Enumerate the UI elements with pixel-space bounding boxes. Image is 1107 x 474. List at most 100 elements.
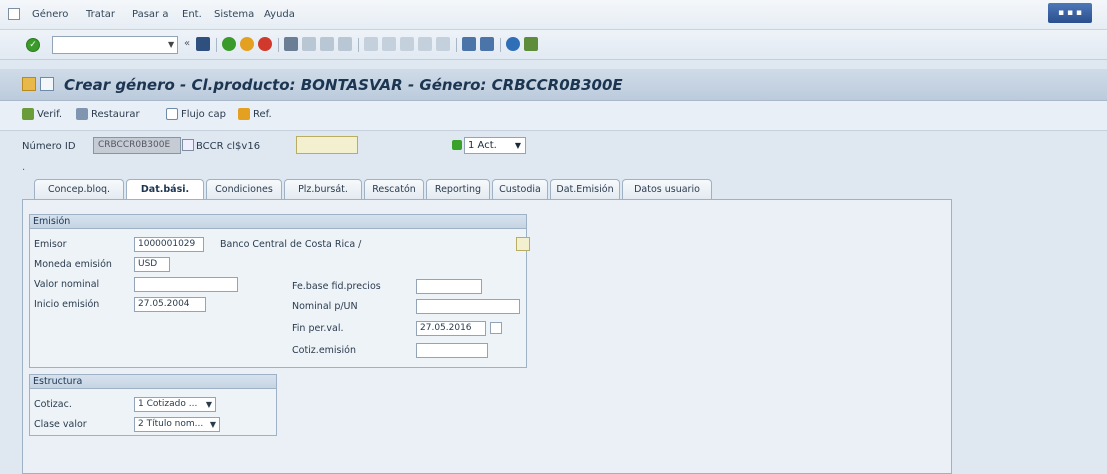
create-session-icon[interactable] bbox=[418, 37, 432, 51]
enter-check-icon[interactable]: ✓ bbox=[26, 38, 40, 52]
estructura-group-title: Estructura bbox=[30, 375, 276, 389]
transaction-icon bbox=[22, 77, 36, 91]
cotizac-value: 1 Cotizado ... bbox=[138, 399, 198, 409]
tab-dat-emision[interactable]: Dat.Emisión bbox=[550, 179, 620, 199]
clase-valor-label: Clase valor bbox=[34, 419, 87, 430]
tab-panel: Emisión Emisor 1000001029 Banco Central … bbox=[22, 199, 952, 474]
emisor-search-icon[interactable] bbox=[516, 237, 530, 251]
moneda-label: Moneda emisión bbox=[34, 259, 112, 270]
status-value: 1 Act. bbox=[468, 140, 497, 151]
id-label: Número ID bbox=[22, 141, 76, 152]
emision-group-title: Emisión bbox=[30, 215, 526, 229]
menu-ayuda[interactable]: Ayuda bbox=[264, 9, 295, 20]
restore-label: Restaurar bbox=[91, 108, 140, 120]
find-next-icon[interactable] bbox=[320, 37, 334, 51]
tab-concep-bloq[interactable]: Concep.bloq. bbox=[34, 179, 124, 199]
chevron-down-icon: ▼ bbox=[514, 141, 521, 150]
find-icon[interactable] bbox=[302, 37, 316, 51]
nominal-un-label: Nominal p/UN bbox=[292, 301, 358, 312]
fe-base-label: Fe.base fid.precios bbox=[292, 281, 381, 292]
ref-button[interactable]: Ref. bbox=[238, 108, 272, 120]
tab-rescaton[interactable]: Rescatón bbox=[364, 179, 424, 199]
cotiz-emision-label: Cotiz.emisión bbox=[292, 345, 356, 356]
tab-plz-bursat[interactable]: Plz.bursát. bbox=[284, 179, 362, 199]
document-icon bbox=[40, 77, 54, 91]
clase-valor-value: 2 Título nom... bbox=[138, 419, 204, 429]
inicio-emision-field[interactable]: 27.05.2004 bbox=[134, 297, 206, 312]
back-icon[interactable] bbox=[222, 37, 236, 51]
estructura-group: Estructura Cotizac. 1 Cotizado ... ▼ Cla… bbox=[29, 374, 277, 436]
restore-button[interactable]: Restaurar bbox=[76, 108, 140, 120]
emisor-label: Emisor bbox=[34, 239, 67, 250]
page-title: Crear género - Cl.producto: BONTASVAR - … bbox=[64, 76, 623, 94]
fin-per-val-label: Fin per.val. bbox=[292, 323, 344, 334]
last-page-icon[interactable] bbox=[400, 37, 414, 51]
back-history-icon[interactable]: « bbox=[184, 38, 190, 49]
emision-group: Emisión Emisor 1000001029 Banco Central … bbox=[29, 214, 530, 368]
clase-valor-select[interactable]: 2 Título nom... ▼ bbox=[134, 417, 220, 432]
toolbar-separator bbox=[500, 38, 501, 52]
verify-icon bbox=[22, 108, 34, 120]
prev-page-icon[interactable] bbox=[364, 37, 378, 51]
fin-per-val-field[interactable]: 27.05.2016 bbox=[416, 321, 486, 336]
toolbar-separator bbox=[456, 38, 457, 52]
command-field[interactable] bbox=[52, 36, 178, 54]
flows-button[interactable]: Flujo cap bbox=[166, 108, 226, 120]
ref-label: Ref. bbox=[253, 108, 272, 120]
menu-pasar-a[interactable]: Pasar a bbox=[132, 9, 168, 20]
tab-condiciones[interactable]: Condiciones bbox=[206, 179, 282, 199]
next-page-icon[interactable] bbox=[382, 37, 396, 51]
exit-icon[interactable] bbox=[240, 37, 254, 51]
menu-genero[interactable]: Género bbox=[32, 9, 68, 20]
menu-tratar[interactable]: Tratar bbox=[86, 9, 115, 20]
tab-reporting[interactable]: Reporting bbox=[426, 179, 490, 199]
fe-base-field[interactable] bbox=[416, 279, 482, 294]
cancel-icon[interactable] bbox=[258, 37, 272, 51]
window-icon[interactable] bbox=[480, 37, 494, 51]
system-menu-icon[interactable] bbox=[8, 8, 20, 20]
fin-per-val-checkbox[interactable] bbox=[490, 322, 502, 334]
chevron-down-icon: ▼ bbox=[205, 400, 212, 409]
window-controls-icon[interactable]: ▪ ▪ ▪ bbox=[1048, 3, 1092, 23]
help-icon[interactable] bbox=[506, 37, 520, 51]
status-select[interactable]: 1 Act. ▼ bbox=[464, 137, 526, 154]
settings-icon[interactable] bbox=[524, 37, 538, 51]
verify-button[interactable]: Verif. bbox=[22, 108, 62, 120]
layout-icon[interactable] bbox=[462, 37, 476, 51]
id-class-icon bbox=[182, 139, 194, 151]
emisor-description: Banco Central de Costa Rica / bbox=[220, 239, 362, 250]
header-note: . bbox=[22, 162, 26, 173]
inicio-emision-label: Inicio emisión bbox=[34, 299, 100, 310]
cotizac-label: Cotizac. bbox=[34, 399, 72, 410]
tab-datos-usuario[interactable]: Datos usuario bbox=[622, 179, 712, 199]
chevron-down-icon: ▼ bbox=[209, 420, 216, 429]
ref-icon bbox=[238, 108, 250, 120]
first-page-icon[interactable] bbox=[338, 37, 352, 51]
toolbar-separator bbox=[358, 38, 359, 52]
cotiz-emision-field[interactable] bbox=[416, 343, 488, 358]
command-dropdown-icon[interactable]: ▼ bbox=[168, 40, 174, 49]
menu-ent[interactable]: Ent. bbox=[182, 9, 202, 20]
cotizac-select[interactable]: 1 Cotizado ... ▼ bbox=[134, 397, 216, 412]
toolbar-separator bbox=[278, 38, 279, 52]
tab-dat-basi[interactable]: Dat.bási. bbox=[126, 179, 204, 199]
print-icon[interactable] bbox=[284, 37, 298, 51]
toolbar-separator bbox=[216, 38, 217, 52]
id-field[interactable]: CRBCCR0B300E bbox=[93, 137, 181, 154]
status-green-icon bbox=[452, 140, 462, 150]
flows-label: Flujo cap bbox=[181, 108, 226, 120]
valor-nominal-label: Valor nominal bbox=[34, 279, 100, 290]
tab-custodia[interactable]: Custodia bbox=[492, 179, 548, 199]
flows-icon bbox=[166, 108, 178, 120]
nominal-un-field[interactable] bbox=[416, 299, 520, 314]
moneda-field[interactable]: USD bbox=[134, 257, 170, 272]
header-action-icons[interactable] bbox=[296, 136, 358, 154]
restore-icon bbox=[76, 108, 88, 120]
menu-sistema[interactable]: Sistema bbox=[214, 9, 254, 20]
shortcut-icon[interactable] bbox=[436, 37, 450, 51]
verify-label: Verif. bbox=[37, 108, 63, 120]
emisor-field[interactable]: 1000001029 bbox=[134, 237, 204, 252]
valor-nominal-field[interactable] bbox=[134, 277, 238, 292]
save-icon[interactable] bbox=[196, 37, 210, 51]
id-description: BCCR cl$v16 bbox=[196, 141, 261, 152]
